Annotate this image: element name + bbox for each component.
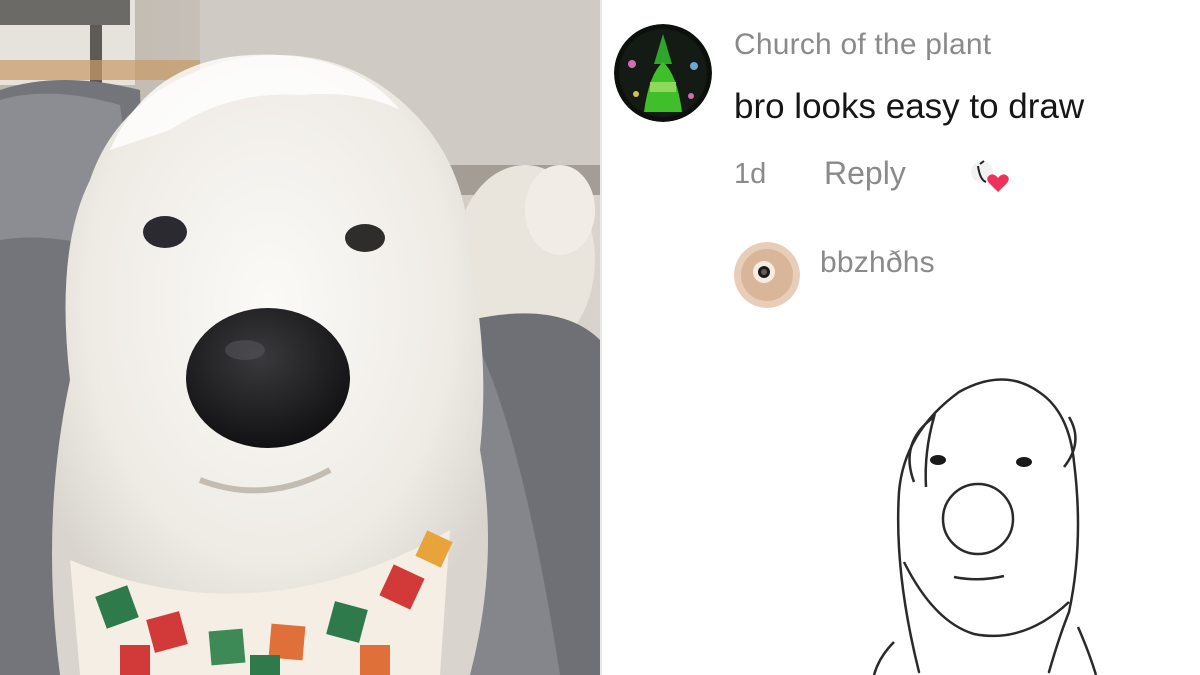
creator-liked-heart-icon: [971, 160, 1009, 192]
comment-panel: Church of the plant bro looks easy to dr…: [602, 0, 1200, 675]
reply-author-avatar[interactable]: [734, 242, 800, 308]
reply-button[interactable]: Reply: [824, 155, 906, 192]
creator-liked-badge: [960, 152, 1020, 200]
face-avatar-icon: [734, 242, 800, 308]
reply-author-username[interactable]: bbzhðhs: [820, 246, 935, 280]
dog-line-drawing: [872, 378, 1098, 675]
commenter-avatar[interactable]: [614, 24, 712, 122]
dog-photo-image: [0, 0, 600, 675]
comment-text: bro looks easy to draw: [734, 87, 1085, 126]
comment-age: 1d: [734, 158, 767, 190]
commenter-username[interactable]: Church of the plant: [734, 28, 991, 62]
dog-photo: [0, 0, 600, 675]
green-figure-avatar-icon: [614, 24, 712, 122]
